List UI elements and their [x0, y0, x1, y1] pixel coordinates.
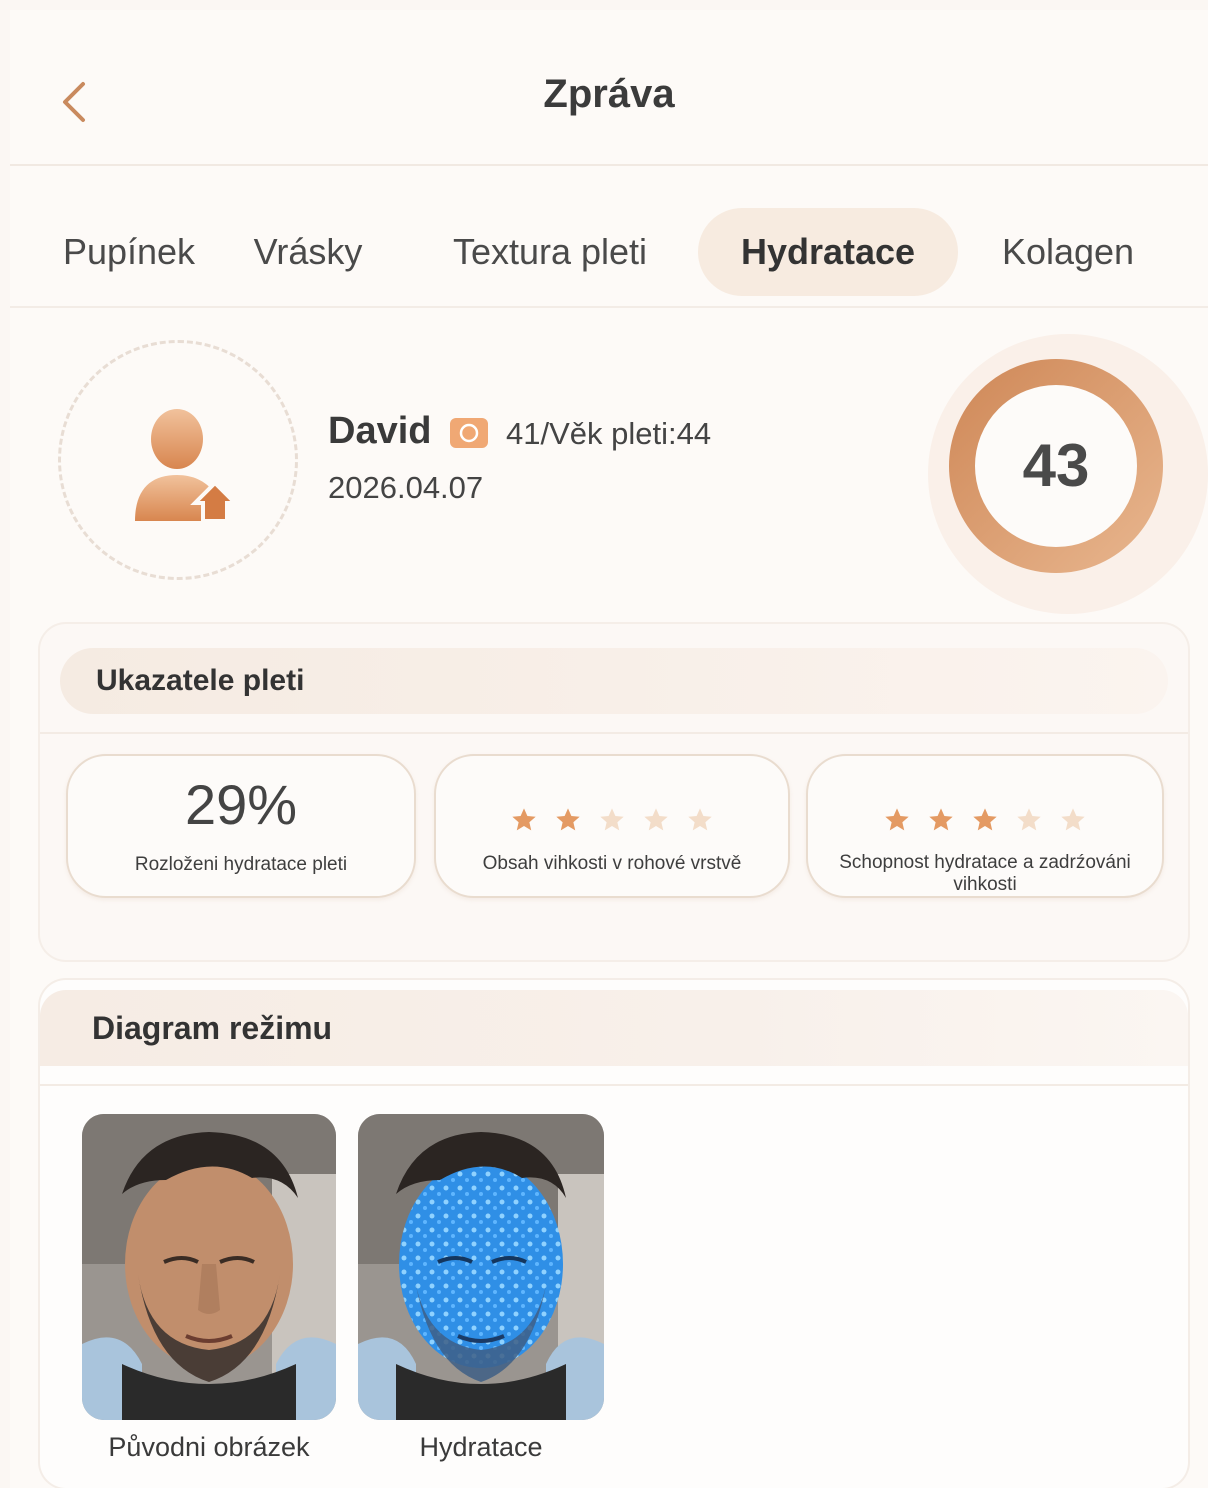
tab-textura-pleti[interactable]: Textura pleti	[428, 208, 672, 296]
tab-kolagen[interactable]: Kolagen	[982, 208, 1154, 296]
age-info: 41/Věk pleti:44	[506, 416, 712, 451]
indicator-hydration-retention[interactable]: Schopnost hydratace a zadrźováni vihkost…	[806, 754, 1164, 898]
star-empty-icon	[644, 808, 668, 831]
section-divider	[40, 732, 1188, 734]
tab-pupinek[interactable]: Pupínek	[40, 208, 218, 296]
tab-vrasky[interactable]: Vrásky	[238, 208, 378, 296]
section-divider	[40, 1084, 1188, 1086]
camera-icon[interactable]	[450, 416, 488, 448]
star-rating	[436, 806, 788, 834]
star-empty-icon	[600, 808, 624, 831]
section-title: Diagram režimu	[92, 1010, 333, 1046]
score-value: 43	[1022, 432, 1090, 499]
indicator-label: Rozloženi hydratace pleti	[134, 854, 348, 875]
tabs-divider	[10, 306, 1208, 308]
star-empty-icon	[688, 808, 712, 831]
star-filled-icon	[929, 808, 953, 831]
hydration-map-photo[interactable]	[358, 1114, 604, 1420]
photo-caption: Hydratace	[419, 1432, 543, 1462]
indicator-label: Obsah vihkosti v rohové vrstvě	[482, 853, 742, 874]
indicator-label: Schopnost hydratace a zadrźováni vihkost…	[839, 852, 1131, 895]
star-filled-icon	[556, 808, 580, 831]
indicator-hydration-distribution[interactable]: 29% Rozloženi hydratace pleti	[66, 754, 416, 898]
original-photo[interactable]	[82, 1114, 336, 1420]
indicator-moisture-content[interactable]: Obsah vihkosti v rohové vrstvě	[434, 754, 790, 898]
section-header: Diagram režimu	[40, 990, 1188, 1066]
user-upload-icon	[135, 409, 240, 523]
face-photo-image	[82, 1114, 336, 1420]
hydration-map-image	[358, 1114, 604, 1420]
star-empty-icon	[1061, 808, 1085, 831]
report-screen: Zpráva Pupínek Vrásky Textura pleti Hydr…	[10, 10, 1208, 1488]
star-filled-icon	[885, 808, 909, 831]
section-title: Ukazatele pleti	[96, 664, 305, 697]
section-header: Ukazatele pleti	[60, 648, 1168, 714]
indicator-value: 29%	[184, 773, 298, 836]
diagram-card: Diagram režimu Původni obrázek Hydratace	[40, 980, 1188, 1488]
star-empty-icon	[1017, 808, 1041, 831]
photo-caption: Původni obrázek	[108, 1432, 310, 1462]
header-divider	[10, 164, 1208, 166]
avatar-upload[interactable]	[58, 340, 298, 580]
star-filled-icon	[512, 808, 536, 831]
star-rating	[808, 806, 1162, 834]
report-date: 2026.04.07	[328, 470, 484, 505]
tab-hydratace[interactable]: Hydratace	[698, 208, 958, 296]
page-title: Zpráva	[543, 72, 675, 116]
star-filled-icon	[973, 808, 997, 831]
skin-indicators-card: Ukazatele pleti 29% Rozloženi hydratace …	[40, 624, 1188, 960]
category-tabs: Pupínek Vrásky Textura pleti Hydratace K…	[10, 208, 1208, 298]
user-name: David	[328, 410, 432, 452]
